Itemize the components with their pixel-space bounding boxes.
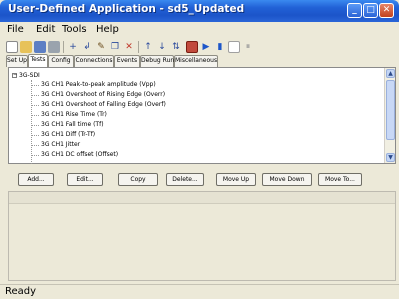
close-icon: ✕ [382,5,391,15]
tab-label: Tests [30,56,46,63]
minimize-icon: _ [352,5,357,15]
tree-item[interactable]: 3G CH1 Overshoot of Rising Edge (Overr) [41,91,165,98]
toolbar: + ↲ ✎ ❐ ✕ ↑ ↓ ⇅ ▶ ▮ ⏸ [2,39,397,55]
tab-miscellaneous[interactable]: Miscellaneous [174,55,218,67]
edit-icon[interactable]: ✎ [95,41,107,53]
move-up-icon[interactable]: ↑ [142,41,154,53]
move-up-button[interactable]: Move Up [216,173,256,186]
tab-label: Events [116,57,138,64]
details-header [9,192,395,204]
menu-tools[interactable]: Tools [62,24,87,35]
tree-item[interactable]: 3G CH1 Peak-to-peak amplitude (Vpp) [41,81,156,88]
tree-connector [31,125,39,126]
tree-item[interactable]: 3G CH1 Rise Time (Tr) [41,111,107,118]
delete-icon[interactable]: ✕ [123,41,135,53]
maximize-icon: □ [366,5,375,15]
tree-connector [31,145,39,146]
stop-icon[interactable] [186,41,198,53]
tree-item[interactable]: 3G CH1 Diff (Tr-Tf) [41,131,95,138]
close-button[interactable]: ✕ [379,3,394,18]
tab-connections[interactable]: Connections [74,55,114,67]
vertical-scrollbar[interactable]: ▲ ▼ [384,68,395,163]
minimize-button[interactable]: _ [347,3,362,18]
title-bar[interactable]: User-Defined Application - sd5_Updated _… [0,0,399,22]
move-down-icon[interactable]: ↓ [156,41,168,53]
tree-item[interactable]: 3G CH1 DC offset (Offset) [41,151,118,158]
tab-tests[interactable]: Tests [28,54,48,67]
tab-strip: Set Up Tests Config Connections Events D… [6,54,396,67]
copy-button[interactable]: Copy [118,173,158,186]
status-bar: Ready [0,284,399,299]
tree-item[interactable]: 3G CH1 Overshoot of Falling Edge (Overf) [41,101,166,108]
tree-connector [31,80,32,164]
edit-button[interactable]: Edit... [67,173,103,186]
scroll-thumb[interactable] [386,80,395,140]
tree-connector [31,155,39,156]
tree-item[interactable]: 3G CH1 Jitter [41,141,80,148]
maximize-button[interactable]: □ [363,3,378,18]
tree-connector [31,115,39,116]
tree-connector [31,95,39,96]
test-tree[interactable]: − 3G-SDI 3G CH1 Peak-to-peak amplitude (… [8,67,396,164]
add-icon[interactable]: + [67,41,79,53]
tab-label: Debug Run [141,57,175,64]
tab-events[interactable]: Events [114,55,140,67]
delete-button[interactable]: Delete... [166,173,204,186]
scroll-up-icon[interactable]: ▲ [386,69,395,78]
move-down-button[interactable]: Move Down [262,173,312,186]
step-icon[interactable]: ▮ [214,41,226,53]
sort-icon[interactable]: ⇅ [170,41,182,53]
move-to-button[interactable]: Move To... [318,173,362,186]
pause-icon[interactable]: ⏸ [242,41,254,53]
status-text: Ready [5,286,37,297]
details-panel [8,191,396,281]
tree-root[interactable]: 3G-SDI [19,72,40,79]
record-icon[interactable] [228,41,240,53]
toolbar-separator [63,41,64,53]
menu-edit[interactable]: Edit [36,24,55,35]
menu-help[interactable]: Help [96,24,119,35]
add-button[interactable]: Add... [18,173,54,186]
tab-debug-run[interactable]: Debug Run [140,55,174,67]
save-icon[interactable] [34,41,46,53]
tab-config[interactable]: Config [48,55,74,67]
collapse-icon[interactable]: − [12,73,17,78]
menu-file[interactable]: File [7,24,24,35]
menu-bar: File Edit Tools Help [0,22,399,38]
new-icon[interactable] [6,41,18,53]
app-window: User-Defined Application - sd5_Updated _… [0,0,399,299]
tab-label: Connections [75,57,113,64]
tree-connector [31,135,39,136]
open-icon[interactable] [20,41,32,53]
run-icon[interactable]: ▶ [200,41,212,53]
print-icon[interactable] [48,41,60,53]
copy-icon[interactable]: ❐ [109,41,121,53]
tab-label: Miscellaneous [175,57,218,64]
tree-connector [31,85,39,86]
tab-set-up[interactable]: Set Up [6,55,28,67]
insert-icon[interactable]: ↲ [81,41,93,53]
tab-label: Set Up [7,57,27,64]
tree-item[interactable]: 3G CH1 Fall time (Tf) [41,121,104,128]
tree-connector [31,105,39,106]
toolbar-separator [138,41,139,53]
tab-label: Config [51,57,71,64]
scroll-down-icon[interactable]: ▼ [386,153,395,162]
window-title: User-Defined Application - sd5_Updated [8,3,245,15]
